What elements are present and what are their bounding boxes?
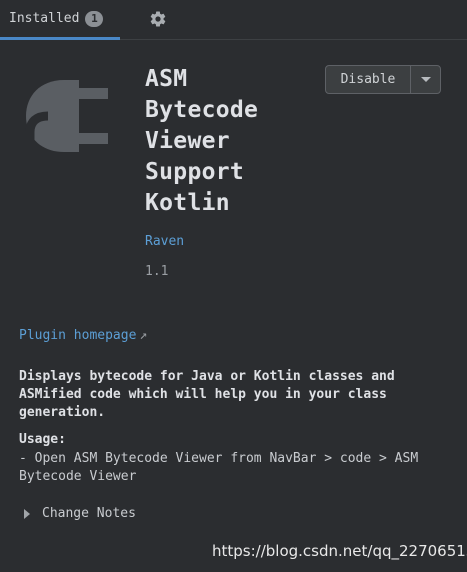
plugin-homepage-label: Plugin homepage (19, 328, 137, 343)
plugin-title: ASM Bytecode Viewer Support Kotlin (145, 64, 315, 219)
watermark-text: https://blog.csdn.net/qq_22706515 (212, 542, 467, 560)
change-notes-label: Change Notes (42, 506, 136, 521)
plugin-title-line: Kotlin (145, 190, 230, 216)
gear-icon[interactable] (149, 10, 167, 28)
plugin-title-line: ASM (145, 66, 188, 92)
disable-options-button[interactable] (411, 66, 440, 93)
chevron-down-icon (420, 76, 431, 82)
plugin-description: Displays bytecode for Java or Kotlin cla… (19, 369, 395, 420)
plugin-title-line: Bytecode (145, 97, 259, 123)
plugin-title-line: Viewer (145, 128, 230, 154)
chevron-right-icon (24, 508, 30, 519)
usage-heading: Usage: (19, 432, 66, 447)
plugin-vendor-link[interactable]: Raven (145, 234, 184, 249)
plugin-title-line: Support (145, 159, 245, 185)
usage-text: - Open ASM Bytecode Viewer from NavBar >… (19, 451, 419, 484)
tab-installed-label: Installed (9, 11, 80, 26)
change-notes-toggle[interactable]: Change Notes (24, 506, 136, 521)
plugin-tabs-bar: Installed 1 (0, 0, 467, 40)
disable-button[interactable]: Disable (326, 66, 411, 93)
plugin-version: 1.1 (145, 264, 169, 279)
tab-installed[interactable]: Installed 1 (0, 0, 120, 40)
plugin-plug-icon (25, 80, 108, 166)
plugin-homepage-link[interactable]: Plugin homepage ↗ (19, 328, 147, 343)
external-link-icon: ↗ (139, 328, 148, 343)
disable-split-button: Disable (325, 65, 441, 94)
installed-count-badge: 1 (85, 10, 104, 27)
